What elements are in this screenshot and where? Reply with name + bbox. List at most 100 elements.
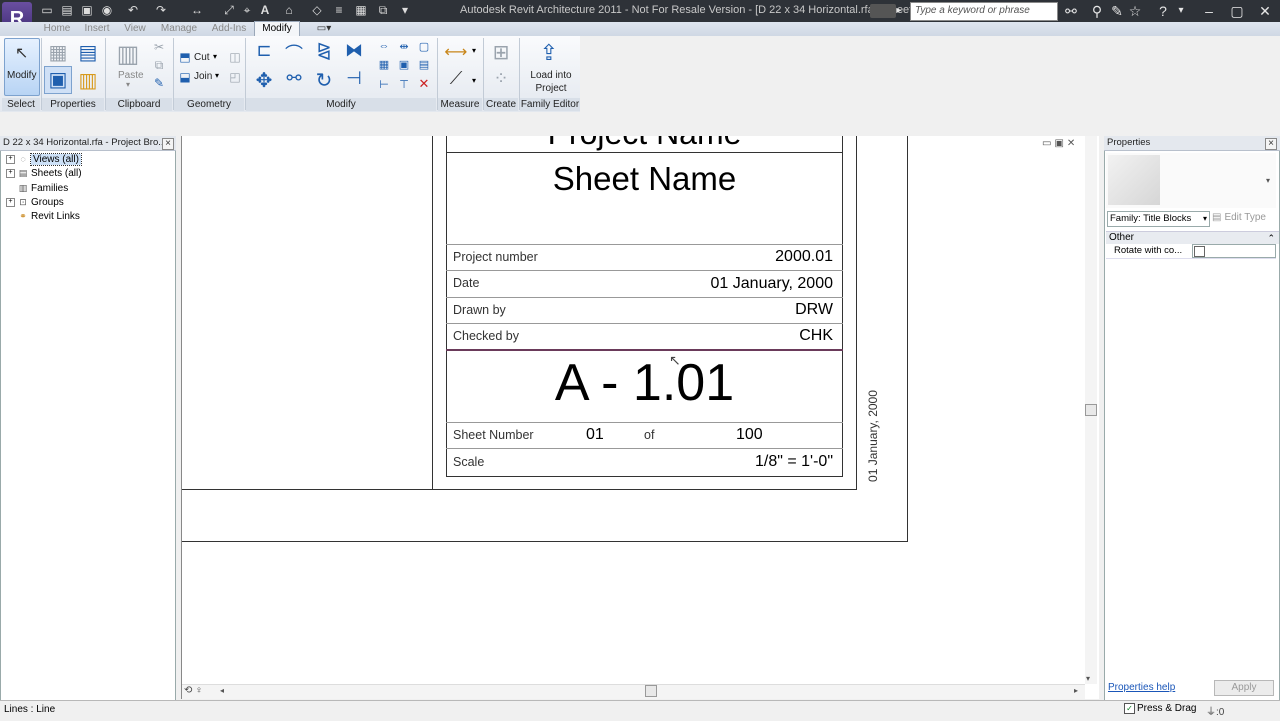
tree-item-revit-links[interactable]: ⚭ Revit Links <box>6 209 80 223</box>
open-icon[interactable]: ▭ <box>40 3 54 17</box>
tab-add-ins[interactable]: Add-Ins <box>208 22 250 36</box>
panel-measure-label[interactable]: Measure <box>438 98 482 111</box>
panel-clipboard-label[interactable]: Clipboard <box>106 98 172 111</box>
press-drag-toggle[interactable]: ✓ Press & Drag <box>1124 703 1196 714</box>
type-properties-icon[interactable]: ▦ <box>46 40 70 64</box>
family-selector[interactable]: Family: Title Blocks ▾ <box>1107 211 1210 227</box>
tree-item-views[interactable]: + ◌ Views (all) <box>6 152 82 166</box>
sync-icon[interactable]: ◉ <box>100 3 114 17</box>
properties-help-link[interactable]: Properties help <box>1108 682 1175 693</box>
customize-qa-icon[interactable]: ▾ <box>398 3 412 17</box>
move-icon[interactable]: ✥ <box>252 68 276 93</box>
offset-icon[interactable]: ⌒ <box>282 40 306 66</box>
close-window-icon[interactable]: ✕ <box>1256 2 1274 20</box>
create-group-icon[interactable]: ⊞ <box>488 40 514 65</box>
tab-manage[interactable]: Manage <box>156 22 202 36</box>
mirror-draw-icon[interactable]: ⧓ <box>342 40 366 61</box>
type-selector-dropdown-icon[interactable]: ▾ <box>1266 176 1270 185</box>
join-button-label[interactable]: Join <box>194 71 212 82</box>
void-icon[interactable]: ◫ <box>228 50 242 64</box>
view-control-bar-icon[interactable]: ⟲ ♀ <box>184 685 203 696</box>
scroll-left-icon[interactable]: ◂ <box>220 686 224 695</box>
split-icon[interactable]: ⇔ <box>376 40 392 52</box>
binoculars-icon[interactable]: ⚯ <box>1062 2 1080 20</box>
favorites-star-icon[interactable]: ☆ <box>1126 2 1144 20</box>
load-into-project-button[interactable]: Load into Project <box>526 69 576 95</box>
tag-qa-icon[interactable]: ⌖ <box>240 3 254 17</box>
family-types-icon[interactable]: ▤ <box>76 40 100 64</box>
tree-item-sheets[interactable]: + ▤ Sheets (all) <box>6 166 82 180</box>
undo-icon[interactable]: ↶ <box>126 3 140 17</box>
cut-clipboard-icon[interactable]: ✂ <box>152 40 166 54</box>
switch-windows-icon[interactable]: ⧉ <box>376 3 390 17</box>
delete-icon[interactable]: ✕ <box>416 76 432 92</box>
search-arrow-icon[interactable]: ▸ <box>893 2 905 20</box>
unpin-icon[interactable]: ▢ <box>416 40 432 53</box>
cut-button-label[interactable]: Cut <box>194 52 210 63</box>
communication-icon[interactable]: ✎ <box>1108 2 1126 20</box>
tab-home[interactable]: Home <box>40 22 74 36</box>
subscription-icon[interactable]: ⚲ <box>1088 2 1106 20</box>
save-icon[interactable]: ▣ <box>80 3 94 17</box>
split-gap-icon[interactable]: ⇹ <box>396 40 412 53</box>
paste-icon[interactable]: ▥ <box>116 40 140 68</box>
dimension-qa-icon[interactable]: ⤢ <box>222 3 236 17</box>
measure-dropdown-icon[interactable]: ▾ <box>472 46 476 55</box>
expand-icon[interactable]: + <box>6 168 15 178</box>
panel-geometry-label[interactable]: Geometry <box>174 98 244 111</box>
ribbon-minimize-icon[interactable]: ▭▾ <box>314 22 334 36</box>
maximize-icon[interactable]: ▢ <box>1228 2 1246 20</box>
horizontal-scrollbar[interactable] <box>182 684 1085 699</box>
search-input[interactable]: Type a keyword or phrase <box>910 2 1058 21</box>
tree-item-families[interactable]: ▥ Families <box>6 181 69 195</box>
redo-icon[interactable]: ↷ <box>154 3 168 17</box>
close-hidden-icon[interactable]: ▦ <box>354 3 368 17</box>
aligned-dimension-icon[interactable]: ⟋ <box>442 68 470 89</box>
create-similar-icon[interactable]: ⁘ <box>488 68 514 89</box>
help-icon[interactable]: ? <box>1154 2 1172 20</box>
array-icon[interactable]: ▦ <box>376 58 392 71</box>
vertical-scroll-thumb[interactable] <box>1085 404 1097 416</box>
scale-icon[interactable]: ▣ <box>396 58 412 71</box>
tab-modify[interactable]: Modify <box>254 21 300 37</box>
mirror-axis-icon[interactable]: ⧎ <box>312 40 336 61</box>
cut-dropdown-icon[interactable]: ▾ <box>213 52 217 61</box>
expand-icon[interactable]: + <box>6 154 15 164</box>
copy-icon[interactable]: ⧉ <box>152 58 166 73</box>
cut-geometry-icon[interactable]: ⬒ <box>178 50 192 64</box>
trim-extend-multiple-icon[interactable]: ⊤ <box>396 78 412 91</box>
section-icon[interactable]: ◇ <box>310 3 324 17</box>
copy-element-icon[interactable]: ⚯ <box>282 68 306 89</box>
close-project-browser-icon[interactable]: × <box>162 138 174 150</box>
selection-filter[interactable]: ⏚:0 <box>1206 703 1224 718</box>
align-icon[interactable]: ⊏ <box>252 40 276 61</box>
trim-icon[interactable]: ⊣ <box>342 68 366 89</box>
close-properties-icon[interactable]: × <box>1265 138 1277 150</box>
help-dropdown-icon[interactable]: ▾ <box>1172 2 1190 20</box>
thin-lines-icon[interactable]: ≡ <box>332 3 346 17</box>
family-category-icon[interactable]: ▥ <box>76 68 100 92</box>
measure-icon[interactable]: ⟷ <box>442 42 470 62</box>
dimension-dropdown-icon[interactable]: ▾ <box>472 76 476 85</box>
tree-item-groups[interactable]: + ⊡ Groups <box>6 195 64 209</box>
panel-family-editor-label[interactable]: Family Editor <box>520 98 580 111</box>
join-dropdown-icon[interactable]: ▾ <box>215 71 219 80</box>
drawing-canvas[interactable] <box>181 136 1099 699</box>
properties-toggle-icon[interactable]: ▣ <box>44 66 72 94</box>
rotate-icon[interactable]: ↻ <box>312 68 336 93</box>
panel-select-label[interactable]: Select <box>2 98 40 111</box>
panel-modify-label[interactable]: Modify <box>246 98 436 111</box>
edit-type-button[interactable]: ▤ Edit Type <box>1212 212 1266 223</box>
panel-create-label[interactable]: Create <box>484 98 518 111</box>
pin-icon[interactable]: ▤ <box>416 58 432 71</box>
open-folder-icon[interactable]: ▤ <box>60 3 74 17</box>
text-qa-icon[interactable]: A <box>258 3 272 17</box>
trim-extend-single-icon[interactable]: ⊢ <box>376 78 392 91</box>
measure-qa-icon[interactable]: ↔ <box>190 3 204 17</box>
expand-icon[interactable]: + <box>6 197 15 207</box>
match-properties-icon[interactable]: ✎ <box>152 76 166 90</box>
panel-properties-label[interactable]: Properties <box>42 98 104 111</box>
scroll-right-icon[interactable]: ▸ <box>1074 686 1078 695</box>
load-into-project-icon[interactable]: ⇪ <box>536 40 562 66</box>
group-header-other[interactable]: Other ⌃ <box>1106 231 1279 244</box>
